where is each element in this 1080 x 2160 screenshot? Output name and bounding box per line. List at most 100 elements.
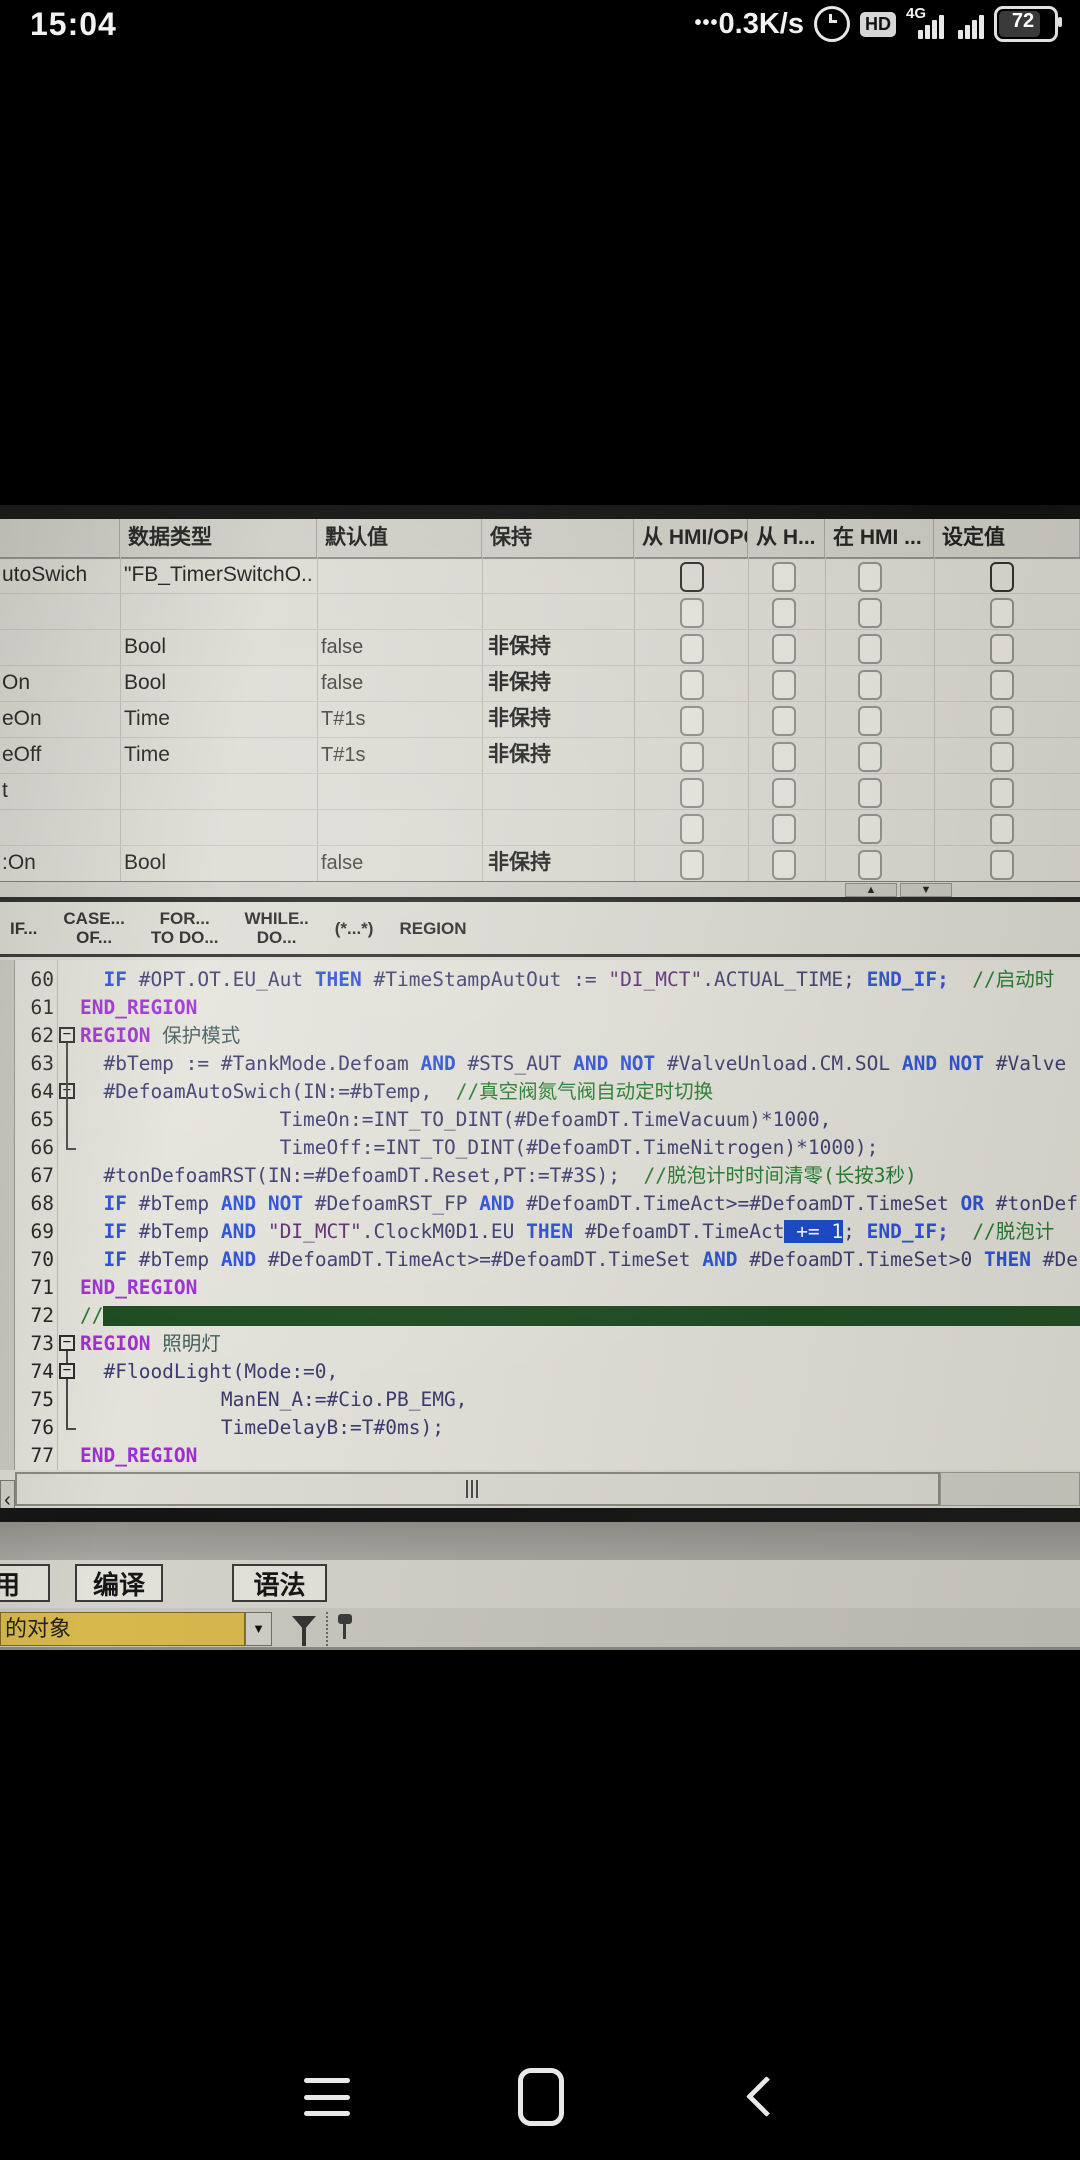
checkbox-from-hmi-opc[interactable] [680,670,704,700]
code-line[interactable]: 61END_REGION [0,994,1080,1022]
code-line[interactable]: 74− #FloodLight(Mode:=0, [0,1358,1080,1386]
code-line[interactable]: 68 IF #bTemp AND NOT #DefoamRST_FP AND #… [0,1190,1080,1218]
table-row[interactable] [0,593,1080,630]
cell-retain[interactable]: 非保持 [488,701,630,737]
checkbox-from-hmi-opc[interactable] [680,850,704,880]
checkbox-from-hmi-opc[interactable] [680,562,704,592]
table-row[interactable]: eOffTimeT#1s非保持 [0,737,1080,774]
cell-default-value[interactable] [321,773,477,809]
checkbox-setpoint[interactable] [990,562,1014,592]
cell-data-type[interactable] [124,809,314,845]
checkbox-from-hmi-opc[interactable] [680,814,704,844]
cell-retain[interactable]: 非保持 [488,665,630,701]
checkbox-in-hmi[interactable] [858,598,882,628]
horizontal-scrollbar[interactable] [15,1472,940,1506]
code-line[interactable]: 64− #DefoamAutoSwich(IN:=#bTemp, //真空阀氮气… [0,1078,1080,1106]
checkbox-from-hmi-opc[interactable] [680,778,704,808]
cell-name[interactable]: t [2,773,118,809]
fold-toggle[interactable]: − [59,1363,75,1379]
scroll-up-button[interactable]: ▲ [845,883,897,897]
back-button[interactable] [746,2076,787,2117]
cell-default-value[interactable]: T#1s [321,737,477,773]
filter-dropdown[interactable]: 的对象 [0,1612,245,1646]
dropdown-arrow-button[interactable]: ▼ [245,1612,272,1646]
code-line[interactable]: 75 ManEN_A:=#Cio.PB_EMG, [0,1386,1080,1414]
code-line[interactable]: 66 TimeOff:=INT_TO_DINT(#DefoamDT.TimeNi… [0,1134,1080,1162]
cell-name[interactable]: :On [2,845,118,881]
cell-name[interactable] [2,629,118,665]
checkbox-in-hmi[interactable] [858,706,882,736]
checkbox-from-hmi-opc[interactable] [680,598,704,628]
code-line[interactable]: 67 #tonDefoamRST(IN:=#DefoamDT.Reset,PT:… [0,1162,1080,1190]
cell-name[interactable]: eOff [2,737,118,773]
column-header-name[interactable] [0,519,120,557]
table-row[interactable] [0,809,1080,846]
column-header-7[interactable]: 设定值 [934,519,1080,557]
checkbox-setpoint[interactable] [990,706,1014,736]
checkbox-from-hmi[interactable] [772,634,796,664]
scrollbar-grip-icon[interactable] [457,1478,487,1500]
column-header-4[interactable]: 从 HMI/OPC.. [634,519,748,557]
checkbox-from-hmi-opc[interactable] [680,706,704,736]
cell-data-type[interactable]: "FB_TimerSwitchO... [124,557,314,593]
checkbox-from-hmi[interactable] [772,670,796,700]
checkbox-from-hmi[interactable] [772,742,796,772]
table-row[interactable]: :OnBoolfalse非保持 [0,845,1080,882]
cell-name[interactable]: eOn [2,701,118,737]
snippet-if[interactable]: IF... [10,919,37,938]
code-line[interactable]: 76 TimeDelayB:=T#0ms); [0,1414,1080,1442]
cell-retain[interactable]: 非保持 [488,629,630,665]
cell-default-value[interactable]: T#1s [321,701,477,737]
code-line[interactable]: 62−REGION 保护模式 [0,1022,1080,1050]
checkbox-setpoint[interactable] [990,742,1014,772]
snippet-for[interactable]: FOR... TO DO... [151,909,219,947]
snippet-while[interactable]: WHILE.. DO... [245,909,309,947]
cell-data-type[interactable]: Time [124,701,314,737]
checkbox-in-hmi[interactable] [858,814,882,844]
tab-syntax[interactable]: 语法 [232,1564,327,1602]
checkbox-setpoint[interactable] [990,850,1014,880]
scroll-down-button[interactable]: ▼ [900,883,952,897]
cell-name[interactable]: utoSwich [2,557,118,593]
snippet-case[interactable]: CASE... OF... [63,909,124,947]
column-header-1[interactable]: 数据类型 [120,519,317,557]
column-header-2[interactable]: 默认值 [317,519,482,557]
cell-default-value[interactable]: false [321,629,477,665]
code-line[interactable]: 65 TimeOn:=INT_TO_DINT(#DefoamDT.TimeVac… [0,1106,1080,1134]
fold-toggle[interactable]: − [59,1027,75,1043]
fold-toggle[interactable]: − [59,1335,75,1351]
table-row[interactable]: Boolfalse非保持 [0,629,1080,666]
checkbox-setpoint[interactable] [990,778,1014,808]
code-line[interactable]: 73−REGION 照明灯 [0,1330,1080,1358]
checkbox-in-hmi[interactable] [858,850,882,880]
cell-retain[interactable] [488,593,630,629]
table-row[interactable]: eOnTimeT#1s 非保持 [0,701,1080,738]
column-header-6[interactable]: 在 HMI ... [825,519,934,557]
snippet-region[interactable]: REGION [399,919,466,938]
checkbox-in-hmi[interactable] [858,670,882,700]
cell-data-type[interactable]: Bool [124,665,314,701]
recents-button[interactable] [304,2078,350,2116]
code-line[interactable]: 60 IF #OPT.OT.EU_Aut THEN #TimeStampAutO… [0,966,1080,994]
tab-compile[interactable]: 编译 [75,1564,163,1602]
snippet-comment[interactable]: (*...*) [335,919,374,938]
checkbox-in-hmi[interactable] [858,778,882,808]
table-row[interactable]: t [0,773,1080,810]
checkbox-setpoint[interactable] [990,814,1014,844]
code-line[interactable]: 77END_REGION [0,1442,1080,1470]
column-header-5[interactable]: 从 H... [748,519,825,557]
code-line[interactable]: 70 IF #bTemp AND #DefoamDT.TimeAct>=#Def… [0,1246,1080,1274]
home-button[interactable] [518,2068,564,2126]
cell-retain[interactable] [488,557,630,593]
checkbox-from-hmi[interactable] [772,706,796,736]
cell-retain[interactable] [488,773,630,809]
cell-name[interactable] [2,809,118,845]
checkbox-from-hmi[interactable] [772,778,796,808]
checkbox-in-hmi[interactable] [858,634,882,664]
checkbox-from-hmi-opc[interactable] [680,742,704,772]
filter-funnel-icon[interactable] [292,1616,316,1630]
cell-data-type[interactable] [124,773,314,809]
checkbox-in-hmi[interactable] [858,742,882,772]
code-editor[interactable]: 60 IF #OPT.OT.EU_Aut THEN #TimeStampAutO… [0,960,1080,1470]
cell-default-value[interactable] [321,809,477,845]
